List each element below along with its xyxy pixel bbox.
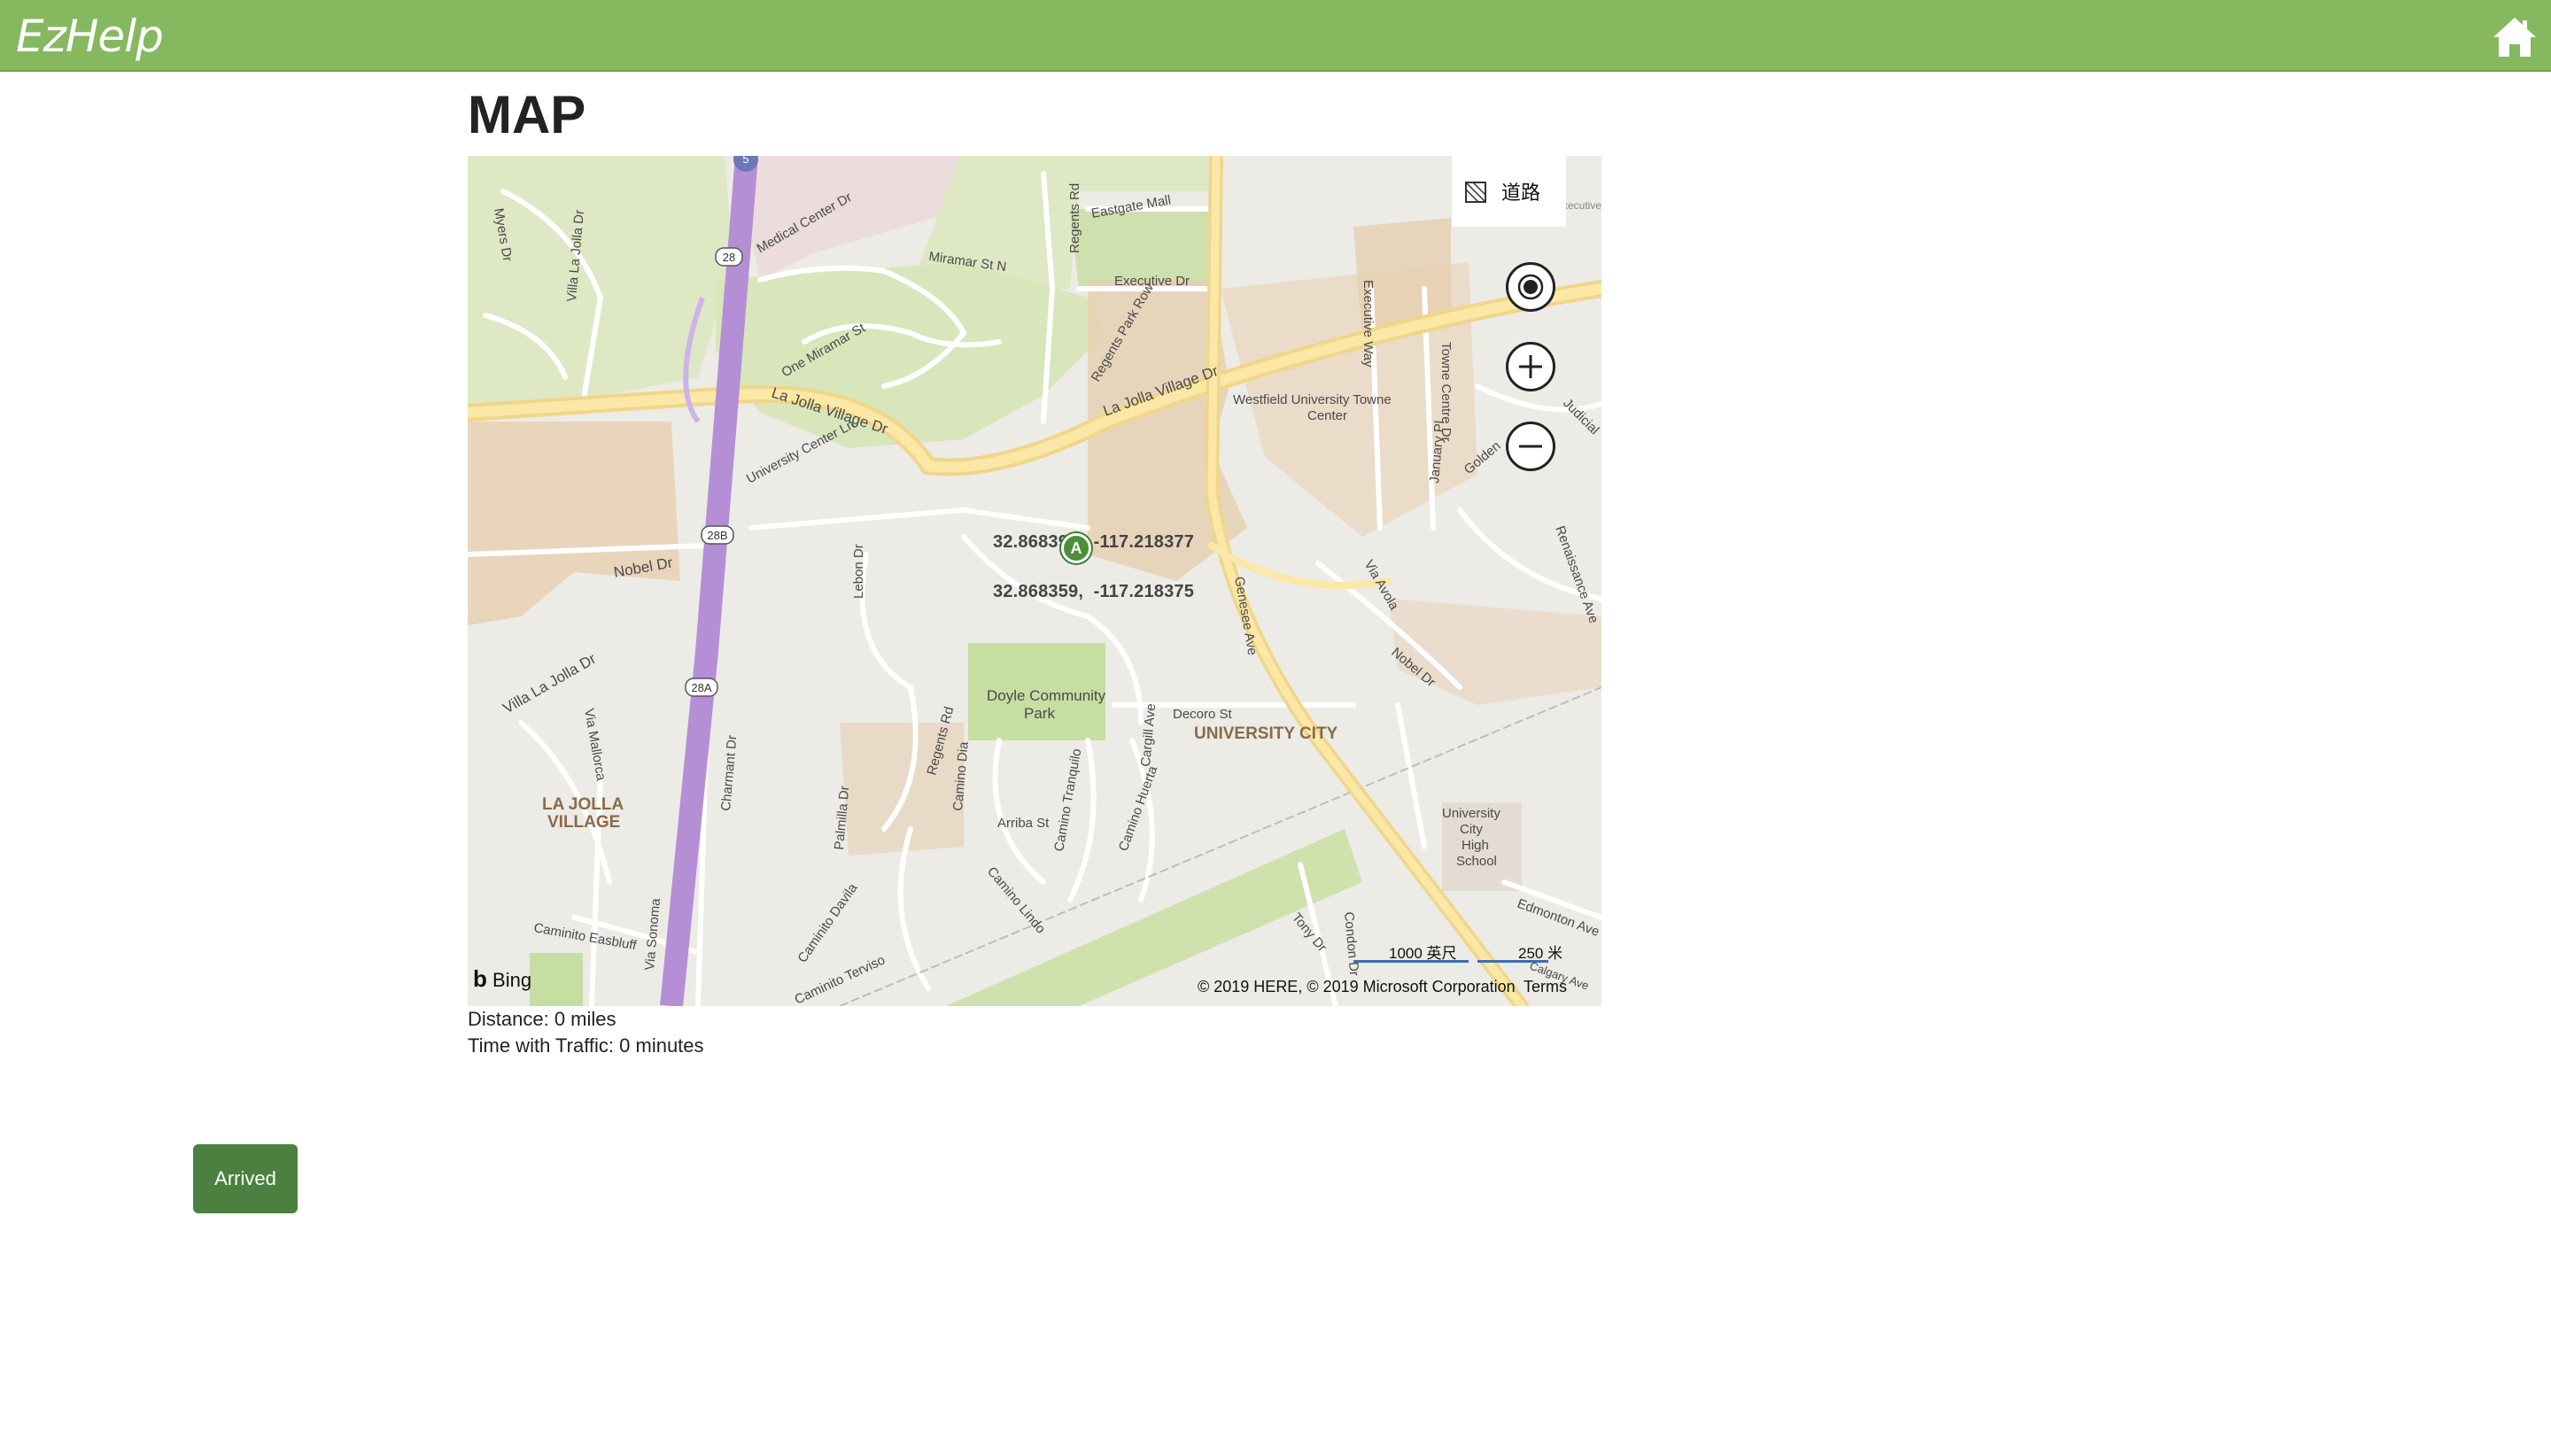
map-label: Genesee Ave [1231, 576, 1260, 656]
map-label: Arriba St [997, 816, 1050, 831]
scale-bar-metric [1477, 960, 1548, 963]
scale-bar-imperial [1353, 960, 1469, 963]
map-label: Regents Rd [1067, 183, 1082, 253]
locate-me-icon [1517, 274, 1544, 300]
map-label: City [1460, 822, 1483, 837]
distance-text: Distance: 0 miles [468, 1008, 616, 1030]
map-label: Decoro St [1173, 707, 1233, 722]
map-label: Park [1024, 705, 1055, 722]
app-logo[interactable]: EzHelp [16, 5, 164, 67]
bing-logo[interactable]: b Bing [473, 965, 531, 993]
map-label: Executive Way [1361, 280, 1376, 368]
page-title: MAP [468, 85, 586, 144]
map-view[interactable]: 28 28B 28A 5 Medical Center Dr Miramar S… [468, 156, 1601, 1006]
map-label: LA JOLLA [542, 795, 624, 814]
map-type-icon [1465, 182, 1486, 203]
map-label: Westfield University Towne [1233, 392, 1392, 407]
map-type-label: 道路 [1501, 182, 1541, 205]
map-label: VILLAGE [547, 813, 620, 832]
map-label: Via Sonoma [642, 897, 663, 971]
map-label: Lebon Dr [851, 544, 866, 599]
home-icon [2493, 18, 2536, 57]
traffic-time-text: Time with Traffic: 0 minutes [468, 1034, 704, 1057]
zoom-in-button[interactable] [1506, 342, 1555, 391]
map-label: University [1442, 806, 1500, 821]
map-label: Caminito Davila [795, 880, 861, 965]
location-marker[interactable]: A [1061, 533, 1091, 563]
i5-shield: 5 [742, 156, 748, 166]
map-label: Caminito Easbluff [532, 920, 638, 953]
map-label: Villa La Jolla Dr [500, 650, 600, 717]
map-label: Judicial [1560, 396, 1601, 438]
zoom-out-icon [1519, 445, 1542, 448]
coordinate-label-end: 32.868359, -117.218375 [973, 561, 1194, 623]
zoom-in-icon [1519, 355, 1542, 378]
map-label: School [1456, 854, 1497, 869]
map-label: Charmant Dr [718, 734, 740, 811]
map-copyright: © 2019 HERE, © 2019 Microsoft Corporatio… [1198, 978, 1516, 995]
exit-28-shield: 28 [723, 251, 735, 264]
bing-icon: b [473, 965, 487, 992]
exit-28a-shield: 28A [691, 681, 711, 694]
map-label: UNIVERSITY CITY [1194, 724, 1338, 743]
map-type-toggle[interactable]: 道路 [1451, 156, 1566, 227]
terms-link[interactable]: Terms [1524, 978, 1567, 996]
longitude: -117.218377 [1093, 532, 1195, 552]
map-label: Condon Dr [1341, 911, 1361, 977]
map-label: Tony Dr [1289, 910, 1330, 956]
latitude: 32.868359, [993, 582, 1084, 601]
map-label: Center [1307, 408, 1347, 423]
home-button[interactable] [2491, 12, 2539, 60]
zoom-out-button[interactable] [1506, 422, 1555, 471]
arrived-button[interactable]: Arrived [193, 1144, 298, 1213]
locate-me-button[interactable] [1506, 262, 1555, 312]
top-nav-bar: EzHelp [0, 0, 2551, 72]
longitude: -117.218375 [1093, 582, 1195, 601]
map-label: High [1462, 838, 1489, 853]
exit-28b-shield: 28B [707, 529, 727, 542]
map-label: Renaissance Ave [1552, 524, 1601, 625]
bing-label: Bing [492, 969, 532, 991]
map-label: Doyle Community [987, 687, 1106, 704]
map-label: Camino Tranquilo [1051, 747, 1084, 853]
map-label: Via Mallorca [581, 708, 609, 783]
